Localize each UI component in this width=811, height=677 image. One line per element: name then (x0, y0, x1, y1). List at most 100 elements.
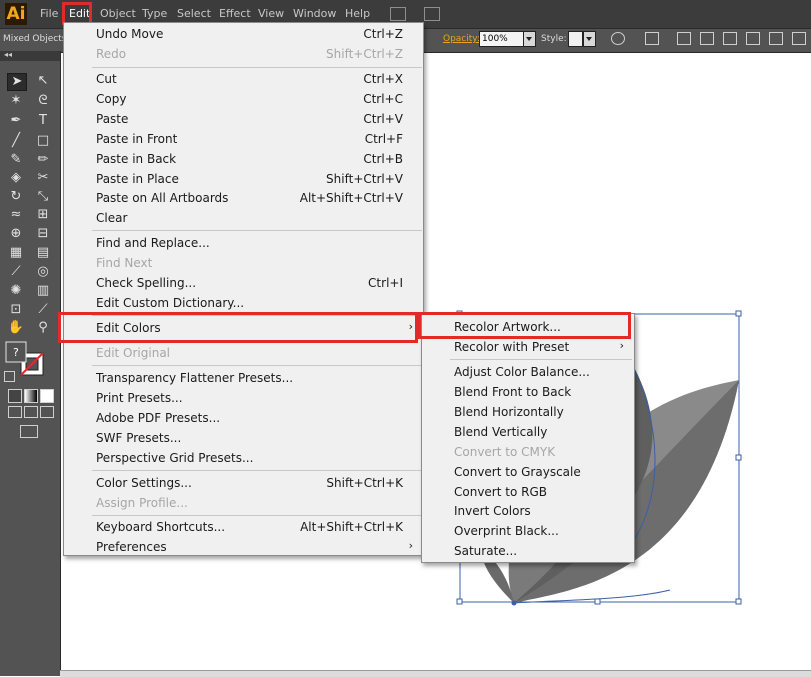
opacity-label[interactable]: Opacity: (443, 34, 480, 44)
menu-separator (92, 515, 422, 516)
align-middle-icon[interactable] (769, 32, 783, 45)
scale-tool-icon[interactable]: ⤡ (34, 189, 52, 205)
menu-file[interactable]: File (40, 7, 58, 20)
align-right-icon[interactable] (723, 32, 737, 45)
submenu-arrow-icon: › (408, 539, 413, 552)
opacity-field[interactable]: 100% (479, 31, 525, 47)
menu-item-print-presets[interactable]: Print Presets... (64, 388, 423, 408)
none-mode-icon[interactable] (40, 389, 54, 403)
draw-behind-icon[interactable] (24, 406, 38, 418)
eyedropper-tool-icon[interactable]: ⟋ (7, 264, 25, 280)
menu-item-preferences[interactable]: Preferences › (64, 537, 423, 557)
menu-select[interactable]: Select (177, 7, 211, 20)
menu-item-swf-presets[interactable]: SWF Presets... (64, 428, 423, 448)
hand-tool-icon[interactable]: ✋ (7, 320, 25, 336)
menu-item-edit-original: Edit Original (96, 346, 171, 360)
align-left-icon[interactable] (677, 32, 691, 45)
menu-item-paste-in-back[interactable]: Paste in Back Ctrl+B (64, 149, 423, 169)
menu-window[interactable]: Window (293, 7, 336, 20)
default-fill-stroke-icon[interactable] (4, 371, 15, 382)
bridge-icon[interactable] (390, 7, 406, 21)
submenu-item-overprint-black[interactable]: Overprint Black... (422, 521, 634, 541)
menu-item-copy[interactable]: Copy Ctrl+C (64, 89, 423, 109)
menu-object[interactable]: Object (100, 7, 136, 20)
submenu-item-convert-to-cmyk: Convert to CMYK (454, 445, 556, 459)
rectangle-tool-icon[interactable]: □ (34, 133, 52, 149)
style-dropdown[interactable] (583, 31, 596, 47)
slice-tool-icon[interactable]: ⟋ (34, 302, 52, 318)
menu-view[interactable]: View (258, 7, 284, 20)
submenu-item-blend-front-to-back[interactable]: Blend Front to Back (422, 382, 634, 402)
pencil-tool-icon[interactable]: ✏ (34, 152, 52, 168)
menu-item-adobe-pdf-presets[interactable]: Adobe PDF Presets... (64, 408, 423, 428)
column-graph-tool-icon[interactable]: ▥ (34, 283, 52, 299)
perspective-grid-tool-icon[interactable]: ⊟ (34, 226, 52, 242)
color-mode-icon[interactable] (8, 389, 22, 403)
draw-inside-icon[interactable] (40, 406, 54, 418)
menu-item-paste-on-all-artboards[interactable]: Paste on All Artboards Alt+Shift+Ctrl+V (64, 188, 423, 208)
screen-mode-icon[interactable] (20, 425, 38, 438)
submenu-item-blend-vertically[interactable]: Blend Vertically (422, 422, 634, 442)
lasso-tool-icon[interactable]: ᘓ (34, 93, 52, 109)
artboard-tool-icon[interactable]: ⊡ (7, 302, 25, 318)
menu-item-edit-custom-dictionary[interactable]: Edit Custom Dictionary... (64, 293, 423, 313)
menu-item-clear[interactable]: Clear (64, 208, 423, 228)
width-tool-icon[interactable]: ≈ (7, 207, 25, 223)
gradient-mode-icon[interactable] (24, 389, 38, 403)
direct-selection-tool-icon[interactable]: ↖ (34, 73, 52, 89)
submenu-item-adjust-color-balance[interactable]: Adjust Color Balance... (422, 362, 634, 382)
zoom-tool-icon[interactable]: ⚲ (34, 320, 52, 336)
menu-item-find-and-replace[interactable]: Find and Replace... (64, 233, 423, 253)
arrange-documents-icon[interactable] (424, 7, 440, 21)
symbol-sprayer-tool-icon[interactable]: ✺ (7, 283, 25, 299)
submenu-item-convert-to-rgb[interactable]: Convert to RGB (422, 482, 634, 502)
menu-item-perspective-grid-presets[interactable]: Perspective Grid Presets... (64, 448, 423, 468)
pen-tool-icon[interactable]: ✒ (7, 113, 25, 129)
menu-separator (92, 67, 422, 68)
opacity-dropdown[interactable] (523, 31, 536, 47)
selection-tool-icon[interactable]: ➤ (7, 73, 27, 91)
eraser-tool-icon[interactable]: ✂ (34, 170, 52, 186)
shape-builder-tool-icon[interactable]: ⊕ (7, 226, 25, 242)
magic-wand-tool-icon[interactable]: ✶ (7, 93, 25, 109)
submenu-item-blend-horizontally[interactable]: Blend Horizontally (422, 402, 634, 422)
blob-brush-tool-icon[interactable]: ◈ (7, 170, 25, 186)
blend-tool-icon[interactable]: ◎ (34, 264, 52, 280)
menu-item-redo: Redo Shift+Ctrl+Z (96, 47, 403, 61)
menu-separator (92, 470, 422, 471)
menu-item-find-next: Find Next (96, 256, 153, 270)
align-center-icon[interactable] (700, 32, 714, 45)
align-top-icon[interactable] (746, 32, 760, 45)
submenu-item-invert-colors[interactable]: Invert Colors (422, 501, 634, 521)
recolor-artwork-icon[interactable] (611, 32, 625, 45)
paintbrush-tool-icon[interactable]: ✎ (7, 152, 25, 168)
menu-effect[interactable]: Effect (219, 7, 251, 20)
rotate-tool-icon[interactable]: ↻ (7, 189, 25, 205)
menu-item-transparency-flattener-presets[interactable]: Transparency Flattener Presets... (64, 368, 423, 388)
mesh-tool-icon[interactable]: ▦ (7, 245, 25, 261)
edit-menu-dropdown: Undo Move Ctrl+Z Redo Shift+Ctrl+Z Cut Ctrl… (63, 22, 424, 556)
menu-item-paste-in-place[interactable]: Paste in Place Shift+Ctrl+V (64, 169, 423, 189)
menu-type[interactable]: Type (142, 7, 167, 20)
menu-item-undo-move[interactable]: Undo Move Ctrl+Z (64, 24, 423, 44)
submenu-item-saturate[interactable]: Saturate... (422, 541, 634, 561)
align-to-icon[interactable] (645, 32, 659, 45)
submenu-item-recolor-with-preset[interactable]: Recolor with Preset › (422, 337, 634, 357)
collapse-icon[interactable]: ◂◂ (4, 50, 12, 59)
gradient-tool-icon[interactable]: ▤ (34, 245, 52, 261)
menu-item-color-settings[interactable]: Color Settings... Shift+Ctrl+K (64, 473, 423, 493)
line-tool-icon[interactable]: ╱ (7, 133, 25, 149)
menu-item-check-spelling[interactable]: Check Spelling... Ctrl+I (64, 273, 423, 293)
menu-item-cut[interactable]: Cut Ctrl+X (64, 69, 423, 89)
menu-item-keyboard-shortcuts[interactable]: Keyboard Shortcuts... Alt+Shift+Ctrl+K (64, 517, 423, 537)
free-transform-tool-icon[interactable]: ⊞ (34, 207, 52, 223)
menu-separator (92, 365, 422, 366)
draw-normal-icon[interactable] (8, 406, 22, 418)
graphic-style-swatch[interactable] (568, 31, 583, 47)
menu-item-paste[interactable]: Paste Ctrl+V (64, 109, 423, 129)
align-bottom-icon[interactable] (792, 32, 806, 45)
menu-item-paste-in-front[interactable]: Paste in Front Ctrl+F (64, 129, 423, 149)
menu-help[interactable]: Help (345, 7, 370, 20)
submenu-item-convert-to-grayscale[interactable]: Convert to Grayscale (422, 462, 634, 482)
type-tool-icon[interactable]: T (34, 113, 52, 129)
